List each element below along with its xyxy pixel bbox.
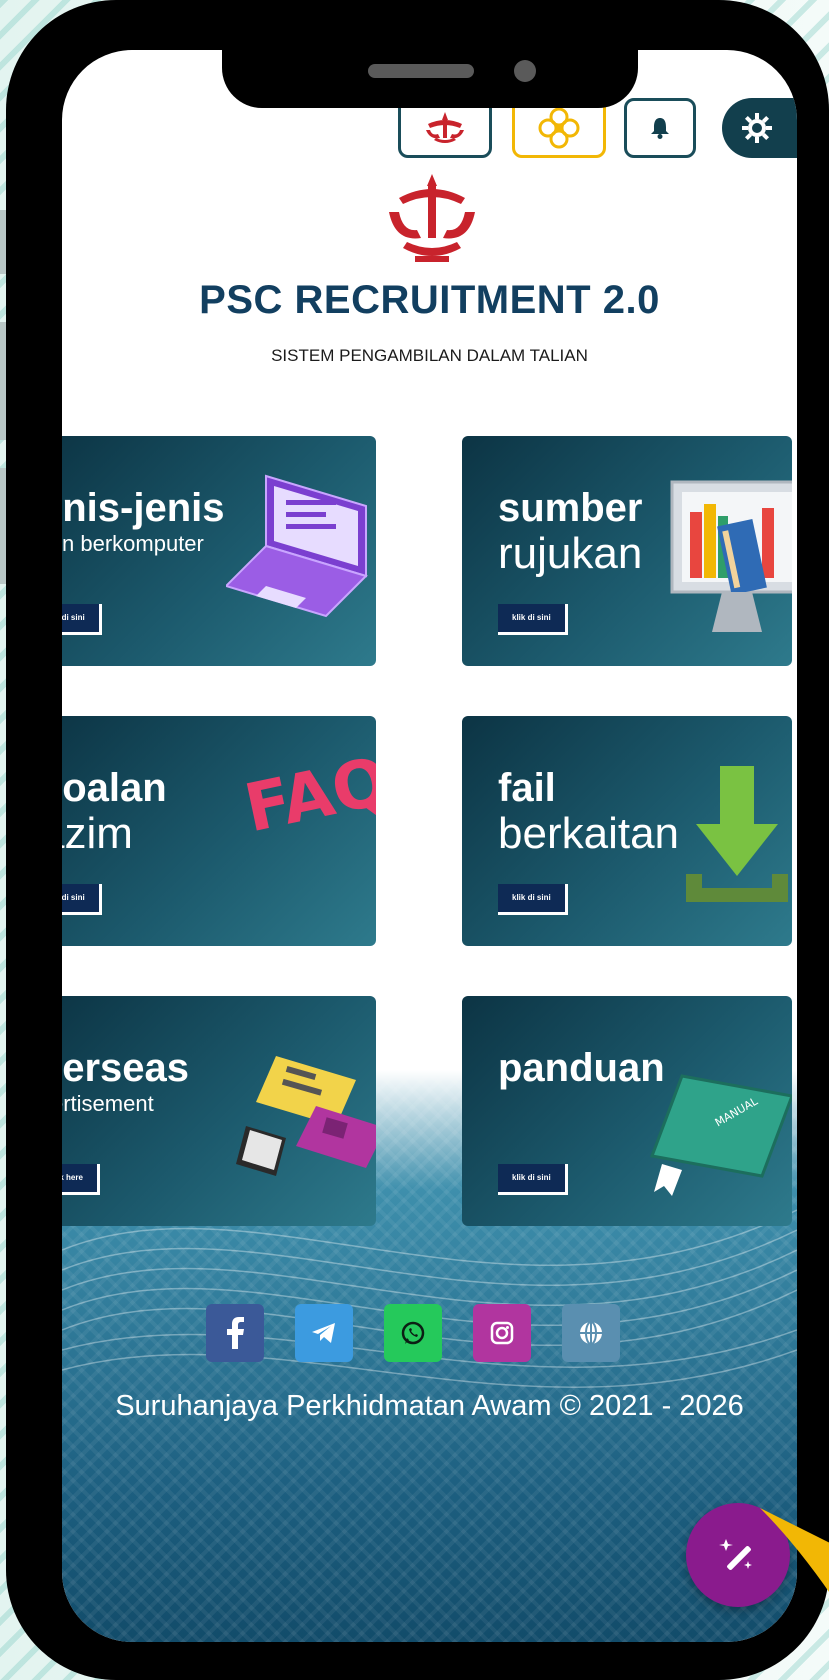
card-subtitle: berkaitan [498, 809, 680, 858]
card-subtitle: jian berkomputer [62, 531, 204, 556]
facebook-button[interactable] [206, 1304, 264, 1362]
telegram-icon [312, 1323, 335, 1343]
card-jenis-ujian[interactable]: enis-jenis jian berkomputer klik di sini [62, 436, 376, 666]
page-subtitle: SISTEM PENGAMBILAN DALAM TALIAN [271, 346, 588, 365]
facebook-icon [227, 1317, 244, 1349]
card-title: sumber [498, 486, 643, 530]
card-klik-button[interactable]: klik di sini [62, 884, 102, 915]
brunei-emblem-icon [426, 112, 464, 143]
card-klik-button[interactable]: klik di sini [62, 604, 102, 635]
whatsapp-icon [401, 1321, 425, 1345]
card-fail-berkaitan[interactable]: fail berkaitan klik di sini [462, 716, 792, 946]
card-klik-button[interactable]: click here [62, 1164, 100, 1195]
card-overseas-advertisement[interactable]: verseas vertisement click here [62, 996, 376, 1226]
laptop-icon [226, 474, 368, 618]
id-cards-icon [236, 1056, 376, 1176]
gear-icon [742, 113, 772, 143]
flower-icon [538, 107, 580, 149]
website-button[interactable] [562, 1304, 620, 1362]
footer-copyright: Suruhanjaya Perkhidmatan Awam © 2021 - 2… [115, 1390, 744, 1422]
settings-button[interactable] [722, 98, 797, 158]
card-klik-button[interactable]: klik di sini [498, 604, 568, 635]
card-title: enis-jenis [62, 486, 225, 530]
telegram-button[interactable] [295, 1304, 353, 1362]
phone-notch [222, 44, 638, 108]
brunei-crest-logo [389, 174, 475, 262]
globe-icon [580, 1321, 602, 1345]
manual-book-icon: MANUAL [649, 1074, 792, 1196]
magic-wand-icon [719, 1539, 752, 1570]
instagram-button[interactable] [473, 1304, 531, 1362]
page-title: PSC RECRUITMENT 2.0 [199, 278, 660, 322]
card-subtitle: azim [62, 809, 133, 858]
card-soalan-lazim[interactable]: soalan azim klik di sini FAQ [62, 716, 376, 946]
notifications-button[interactable] [624, 98, 696, 158]
speaker-grille [368, 64, 474, 78]
bell-icon [651, 118, 669, 139]
card-klik-button[interactable]: klik di sini [498, 884, 568, 915]
phone-frame: PSC RECRUITMENT 2.0 SISTEM PENGAMBILAN D… [6, 0, 829, 1680]
card-title: panduan [498, 1046, 665, 1090]
pointer-arrow-annotation [760, 1508, 829, 1592]
card-panduan[interactable]: panduan klik di sini MANUAL [462, 996, 792, 1226]
whatsapp-button[interactable] [384, 1304, 442, 1362]
card-sumber-rujukan[interactable]: sumber rujukan klik di sini [462, 436, 792, 666]
svg-text:FAQ: FAQ [238, 756, 376, 847]
phone-screen: PSC RECRUITMENT 2.0 SISTEM PENGAMBILAN D… [62, 50, 797, 1642]
instagram-icon [490, 1321, 514, 1345]
card-subtitle: vertisement [62, 1091, 154, 1116]
card-title: soalan [62, 766, 167, 810]
card-klik-button[interactable]: klik di sini [498, 1164, 568, 1195]
download-icon [686, 766, 788, 902]
faq-art: FAQ [238, 756, 376, 847]
card-title: fail [498, 766, 556, 810]
front-camera [514, 60, 536, 82]
monitor-books-icon [670, 480, 792, 632]
card-title: verseas [62, 1046, 190, 1090]
card-subtitle: rujukan [498, 529, 643, 578]
